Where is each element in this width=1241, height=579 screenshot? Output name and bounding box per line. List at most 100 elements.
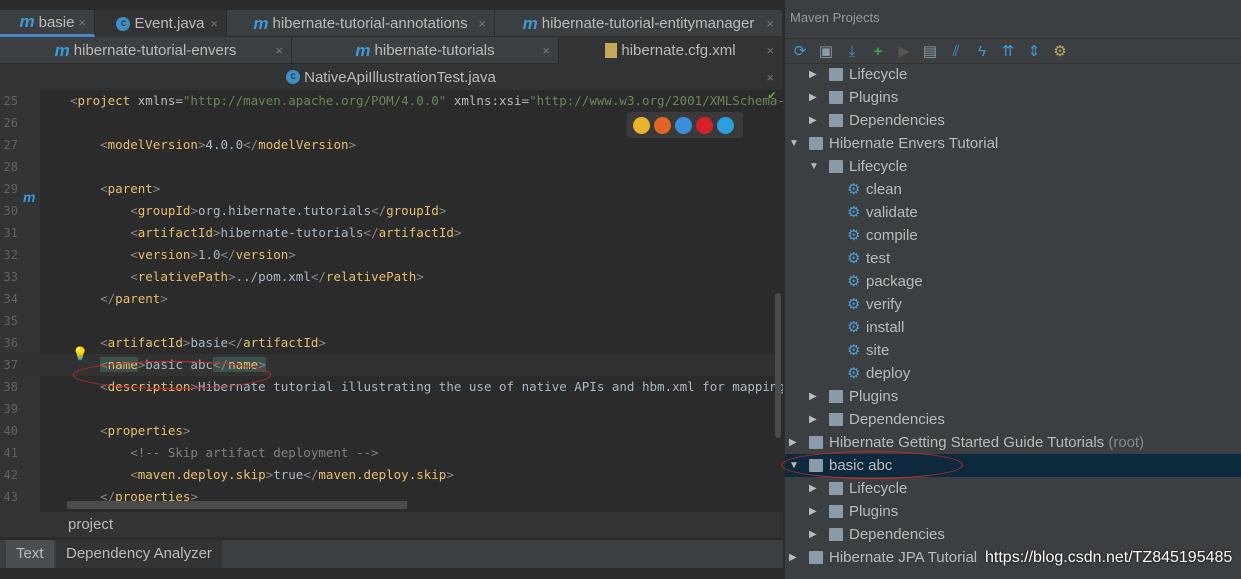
breadcrumb[interactable]: project: [0, 512, 783, 537]
tree-item-goal[interactable]: ⚙ compile: [785, 224, 1241, 247]
tab-hibernate-tutorials[interactable]: m hibernate-tutorials ×: [292, 37, 559, 64]
collapsed-arrow-icon[interactable]: ▶: [809, 63, 819, 86]
folder-icon: [829, 390, 843, 403]
settings-icon[interactable]: ⚙: [1051, 42, 1069, 60]
tree-item-project[interactable]: ▼ Hibernate Envers Tutorial: [785, 132, 1241, 155]
tree-item-folder[interactable]: ▶ Plugins: [785, 86, 1241, 109]
code-token: >: [213, 225, 221, 240]
collapsed-arrow-icon[interactable]: ▶: [789, 546, 799, 569]
code-line[interactable]: 28: [0, 156, 775, 178]
ie-icon[interactable]: [717, 116, 734, 134]
expanded-arrow-icon[interactable]: ▼: [789, 132, 799, 155]
tree-item-goal[interactable]: ⚙ validate: [785, 201, 1241, 224]
label-text: Plugins: [849, 503, 899, 520]
code-line[interactable]: 35: [0, 310, 775, 332]
close-icon[interactable]: ×: [78, 15, 86, 30]
tree-item-goal[interactable]: ⚙ clean: [785, 178, 1241, 201]
tree-item-goal[interactable]: ⚙ verify: [785, 293, 1241, 316]
lightbulb-icon[interactable]: 💡: [72, 347, 88, 362]
tree-item-folder[interactable]: ▶ Plugins: [785, 385, 1241, 408]
tab-hibernate-tutorial-annotations[interactable]: m hibernate-tutorial-annotations ×: [227, 10, 495, 37]
close-icon[interactable]: ×: [766, 43, 774, 58]
tree-item-folder[interactable]: ▼ Lifecycle: [785, 155, 1241, 178]
tree-item-goal[interactable]: ⚙ package: [785, 270, 1241, 293]
vertical-scrollbar[interactable]: [775, 293, 781, 438]
tab-hibernate-tutorial-envers[interactable]: m hibernate-tutorial-envers ×: [0, 37, 292, 64]
tree-item-folder[interactable]: ▶ Dependencies: [785, 408, 1241, 431]
close-icon[interactable]: ×: [766, 70, 774, 85]
gear-icon: ⚙: [847, 342, 861, 359]
toggle-offline-icon[interactable]: ⫽: [947, 43, 965, 60]
close-icon[interactable]: ×: [210, 16, 218, 31]
collapsed-arrow-icon[interactable]: ▶: [809, 500, 819, 523]
expanded-arrow-icon[interactable]: ▼: [809, 155, 819, 178]
code-line[interactable]: 41 <!-- Skip artifact deployment -->: [0, 442, 775, 464]
tree-item-goal[interactable]: ⚙ deploy: [785, 362, 1241, 385]
line-number: 42: [3, 468, 18, 482]
folder-icon: [829, 505, 843, 518]
download-icon[interactable]: ⤓: [843, 43, 861, 60]
tree-item-folder[interactable]: ▶ Dependencies: [785, 109, 1241, 132]
line-number: 34: [3, 292, 18, 306]
line-number: 40: [3, 424, 18, 438]
tree-item-folder[interactable]: ▶ Plugins: [785, 500, 1241, 523]
collapsed-arrow-icon[interactable]: ▶: [809, 477, 819, 500]
tree-item-goal[interactable]: ⚙ install: [785, 316, 1241, 339]
run-icon[interactable]: ▶: [895, 42, 913, 60]
add-icon[interactable]: +: [869, 43, 887, 60]
collapsed-arrow-icon[interactable]: ▶: [809, 109, 819, 132]
maven-projects-panel: Maven Projects ⟳ ▣ ⤓ + ▶ ▤ ⫽ ϟ ⇈ ⇕ ⚙ ▶ Li…: [781, 0, 1241, 579]
code-line[interactable]: 31 <artifactId>hibernate-tutorials</arti…: [0, 222, 775, 244]
code-line[interactable]: 42 <maven.deploy.skip>true</maven.deploy…: [0, 464, 775, 486]
tab-basie[interactable]: m basie ×: [0, 10, 95, 37]
code-token: Hibernate tutorial illustrating the use …: [197, 379, 783, 394]
generate-sources-icon[interactable]: ▣: [817, 42, 835, 60]
collapse-all-icon[interactable]: ⇕: [1025, 42, 1043, 60]
code-token: >: [416, 269, 424, 284]
code-line[interactable]: 33 <relativePath>../pom.xml</relativePat…: [0, 266, 775, 288]
reimport-icon[interactable]: ⟳: [791, 42, 809, 60]
code-editor[interactable]: 24 >25<project xmlns="http://maven.apach…: [0, 85, 783, 512]
tree-item-goal[interactable]: ⚙ site: [785, 339, 1241, 362]
tree-item-folder[interactable]: ▶ Lifecycle: [785, 63, 1241, 86]
collapsed-arrow-icon[interactable]: ▶: [809, 385, 819, 408]
collapsed-arrow-icon[interactable]: ▶: [809, 408, 819, 431]
show-dependencies-icon[interactable]: ⇈: [999, 42, 1017, 60]
code-token: artifactId: [107, 335, 183, 350]
close-icon[interactable]: ×: [275, 43, 283, 58]
maven-parent-gutter-icon[interactable]: m: [23, 189, 35, 205]
close-icon[interactable]: ×: [478, 16, 486, 31]
code-line[interactable]: 29 <parent>: [0, 178, 775, 200]
tab-text[interactable]: Text: [6, 540, 54, 568]
close-icon[interactable]: ×: [766, 16, 774, 31]
code-line[interactable]: 32 <version>1.0</version>: [0, 244, 775, 266]
tab-event-java[interactable]: c Event.java ×: [95, 10, 227, 37]
opera-icon[interactable]: [696, 116, 713, 134]
tree-item-folder[interactable]: ▶ Lifecycle: [785, 477, 1241, 500]
code-line[interactable]: 30 <groupId>org.hibernate.tutorials</gro…: [0, 200, 775, 222]
code-line[interactable]: 36 <artifactId>basie</artifactId>: [0, 332, 775, 354]
code-line[interactable]: 34 </parent>: [0, 288, 775, 310]
firefox-icon[interactable]: [654, 116, 671, 134]
collapsed-arrow-icon[interactable]: ▶: [789, 431, 799, 454]
tree-item-folder[interactable]: ▶ Dependencies: [785, 523, 1241, 546]
safari-icon[interactable]: [675, 116, 692, 134]
tab-hibernate-cfg-xml[interactable]: hibernate.cfg.xml ×: [559, 37, 783, 64]
code-line[interactable]: 39: [0, 398, 775, 420]
tree-item-goal[interactable]: ⚙ test: [785, 247, 1241, 270]
code-token: relativePath: [137, 269, 229, 284]
tab-hibernate-tutorial-entitymanager[interactable]: m hibernate-tutorial-entitymanager ×: [495, 10, 783, 37]
code-line[interactable]: 25 <project xmlns="http://maven.apache.or…: [0, 90, 783, 112]
execute-goal-icon[interactable]: ▤: [921, 42, 939, 60]
code-line[interactable]: 40 <properties>: [0, 420, 775, 442]
tab-dependency-analyzer[interactable]: Dependency Analyzer: [56, 540, 222, 568]
code-token: groupId: [137, 203, 191, 218]
collapsed-arrow-icon[interactable]: ▶: [809, 523, 819, 546]
annotation-ellipse: [781, 451, 963, 479]
skip-tests-icon[interactable]: ϟ: [973, 43, 991, 60]
line-number: 37: [3, 358, 18, 372]
collapsed-arrow-icon[interactable]: ▶: [809, 86, 819, 109]
close-icon[interactable]: ×: [542, 43, 550, 58]
horizontal-scrollbar[interactable]: [67, 501, 407, 509]
chrome-icon[interactable]: [633, 116, 650, 134]
